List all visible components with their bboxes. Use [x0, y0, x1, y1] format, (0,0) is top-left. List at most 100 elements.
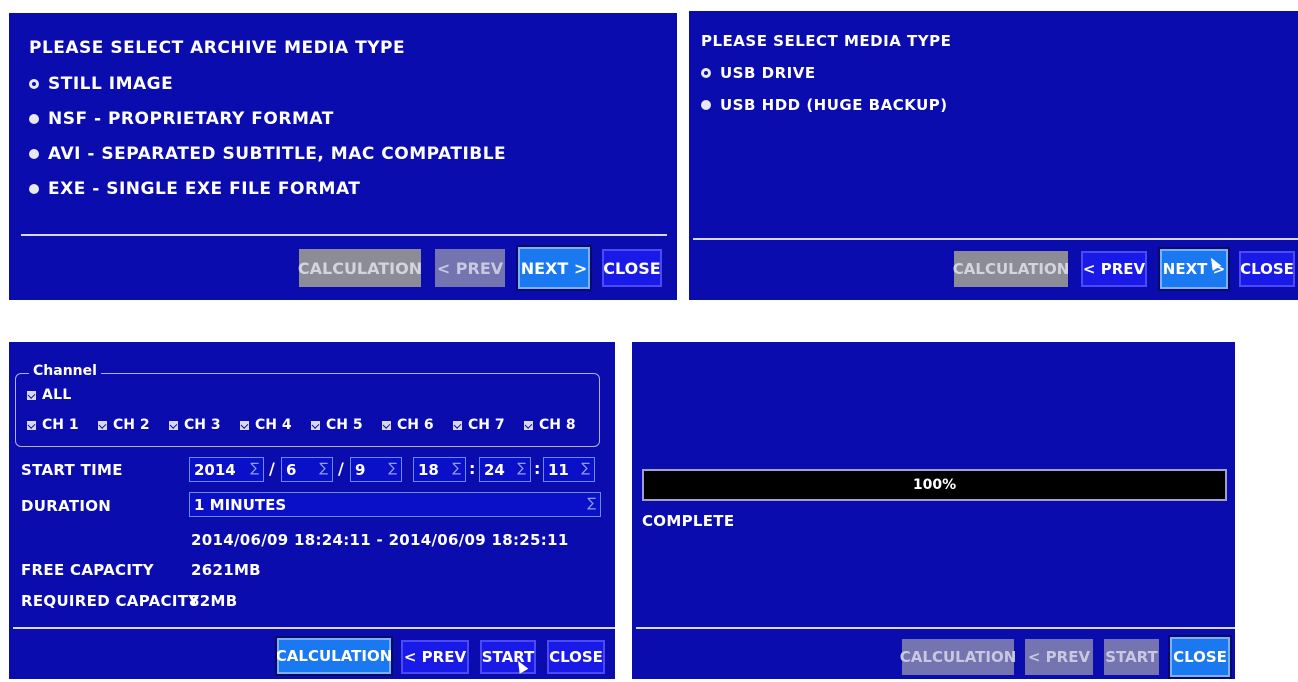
- channel-checkbox-4[interactable]: CH 4: [240, 417, 311, 433]
- date-separator: /: [338, 459, 344, 478]
- spin-arrows-icon: ∑: [517, 461, 526, 476]
- checkbox-label: ALL: [42, 387, 72, 403]
- checkbox-checked-icon: [382, 420, 391, 430]
- archive-panel-title: PLEASE SELECT ARCHIVE MEDIA TYPE: [29, 38, 406, 58]
- calculation-button[interactable]: CALCULATION: [900, 639, 1016, 675]
- close-button[interactable]: CLOSE: [1239, 251, 1295, 287]
- field-value: 2014: [194, 460, 236, 479]
- duration-label: DURATION: [21, 497, 112, 515]
- channel-checkbox-5[interactable]: CH 5: [311, 417, 382, 433]
- media-panel-title: PLEASE SELECT MEDIA TYPE: [701, 32, 952, 50]
- radio-unselected-icon: [701, 100, 711, 110]
- option-usb-hdd[interactable]: USB HDD (HUGE BACKUP): [701, 96, 948, 114]
- checkbox-checked-icon: [27, 420, 36, 430]
- option-usb-drive[interactable]: USB DRIVE: [701, 64, 816, 82]
- prev-button[interactable]: < PREV: [1081, 251, 1147, 287]
- checkbox-label: CH 3: [184, 417, 221, 433]
- start-second-field[interactable]: 11 ∑: [543, 457, 595, 482]
- progress-bar: 100%: [642, 469, 1227, 501]
- spin-arrows-icon: ∑: [581, 461, 590, 476]
- required-capacity-label: REQUIRED CAPACITY: [21, 592, 200, 610]
- spin-arrows-icon: ∑: [587, 496, 596, 511]
- channel-checkbox-1[interactable]: CH 1: [27, 417, 98, 433]
- option-label: NSF - PROPRIETARY FORMAT: [48, 109, 334, 129]
- field-value: 1 MINUTES: [194, 495, 287, 514]
- calculation-button[interactable]: CALCULATION: [275, 636, 393, 676]
- channel-checkbox-7[interactable]: CH 7: [453, 417, 524, 433]
- option-exe[interactable]: EXE - SINGLE EXE FILE FORMAT: [29, 179, 360, 199]
- checkbox-label: CH 4: [255, 417, 292, 433]
- free-capacity-label: FREE CAPACITY: [21, 561, 154, 579]
- divider: [13, 627, 615, 629]
- progress-text: 100%: [912, 477, 957, 493]
- option-label: USB DRIVE: [720, 64, 816, 82]
- checkbox-checked-icon: [311, 420, 320, 430]
- close-button[interactable]: CLOSE: [602, 249, 662, 287]
- channel-checkbox-6[interactable]: CH 6: [382, 417, 453, 433]
- start-minute-field[interactable]: 24 ∑: [479, 457, 531, 482]
- start-year-field[interactable]: 2014 ∑: [189, 457, 264, 482]
- backup-complete-panel: 100% COMPLETE CALCULATION < PREV START C…: [632, 342, 1235, 679]
- divider: [636, 627, 1235, 629]
- field-value: 6: [286, 460, 297, 479]
- start-day-field[interactable]: 9 ∑: [350, 457, 402, 482]
- field-value: 18: [418, 460, 439, 479]
- channel-list: CH 1 CH 2 CH 3 CH 4 CH 5 CH 6 CH 7 CH 8: [27, 417, 592, 433]
- option-label: AVI - SEPARATED SUBTITLE, MAC COMPATIBLE: [48, 144, 507, 164]
- time-separator: :: [469, 459, 476, 478]
- divider: [693, 238, 1298, 240]
- spin-arrows-icon: ∑: [250, 461, 259, 476]
- close-button[interactable]: CLOSE: [1168, 635, 1232, 679]
- checkbox-label: CH 6: [397, 417, 434, 433]
- channel-legend: Channel: [29, 363, 101, 379]
- archive-media-type-panel: PLEASE SELECT ARCHIVE MEDIA TYPE STILL I…: [9, 13, 677, 300]
- required-capacity-value: 82MB: [189, 592, 238, 610]
- start-month-field[interactable]: 6 ∑: [281, 457, 333, 482]
- option-nsf[interactable]: NSF - PROPRIETARY FORMAT: [29, 109, 334, 129]
- field-value: 9: [355, 460, 366, 479]
- radio-unselected-icon: [29, 114, 39, 124]
- checkbox-label: CH 1: [42, 417, 79, 433]
- option-avi[interactable]: AVI - SEPARATED SUBTITLE, MAC COMPATIBLE: [29, 144, 506, 164]
- status-text: COMPLETE: [642, 512, 735, 530]
- option-label: EXE - SINGLE EXE FILE FORMAT: [48, 179, 361, 199]
- channel-checkbox-3[interactable]: CH 3: [169, 417, 240, 433]
- channel-checkbox-2[interactable]: CH 2: [98, 417, 169, 433]
- start-button[interactable]: START: [1104, 639, 1159, 675]
- option-label: STILL IMAGE: [48, 74, 174, 94]
- close-button[interactable]: CLOSE: [547, 640, 605, 674]
- option-label: USB HDD (HUGE BACKUP): [720, 96, 948, 114]
- free-capacity-value: 2621MB: [191, 561, 261, 579]
- spin-arrows-icon: ∑: [452, 461, 461, 476]
- date-separator: /: [269, 459, 275, 478]
- checkbox-checked-icon: [453, 420, 462, 430]
- spin-arrows-icon: ∑: [388, 461, 397, 476]
- channel-checkbox-8[interactable]: CH 8: [524, 417, 592, 433]
- prev-button[interactable]: < PREV: [401, 640, 469, 674]
- backup-settings-panel: Channel ALL CH 1 CH 2 CH 3 CH 4 CH 5 CH …: [9, 342, 615, 679]
- checkbox-label: CH 7: [468, 417, 505, 433]
- channel-group: [15, 373, 600, 447]
- calculation-button[interactable]: CALCULATION: [953, 251, 1069, 287]
- next-button[interactable]: NEXT >: [516, 245, 592, 291]
- checkbox-checked-icon: [240, 420, 249, 430]
- start-hour-field[interactable]: 18 ∑: [413, 457, 466, 482]
- next-button[interactable]: NEXT >: [1158, 247, 1230, 291]
- field-value: 24: [484, 460, 505, 479]
- checkbox-checked-icon: [98, 420, 107, 430]
- start-time-label: START TIME: [21, 461, 123, 479]
- calculation-button[interactable]: CALCULATION: [298, 249, 422, 287]
- checkbox-checked-icon: [524, 420, 533, 430]
- checkbox-checked-icon: [169, 420, 178, 430]
- option-still-image[interactable]: STILL IMAGE: [29, 74, 173, 94]
- prev-button[interactable]: < PREV: [1025, 639, 1093, 675]
- prev-button[interactable]: < PREV: [435, 249, 505, 287]
- duration-select[interactable]: 1 MINUTES ∑: [189, 492, 601, 517]
- checkbox-label: CH 5: [326, 417, 363, 433]
- radio-selected-icon: [701, 68, 711, 78]
- media-type-panel: PLEASE SELECT MEDIA TYPE USB DRIVE USB H…: [689, 11, 1298, 300]
- time-range-text: 2014/06/09 18:24:11 - 2014/06/09 18:25:1…: [191, 531, 569, 549]
- radio-unselected-icon: [29, 184, 39, 194]
- checkbox-label: CH 8: [539, 417, 576, 433]
- channel-all-checkbox[interactable]: ALL: [27, 387, 72, 403]
